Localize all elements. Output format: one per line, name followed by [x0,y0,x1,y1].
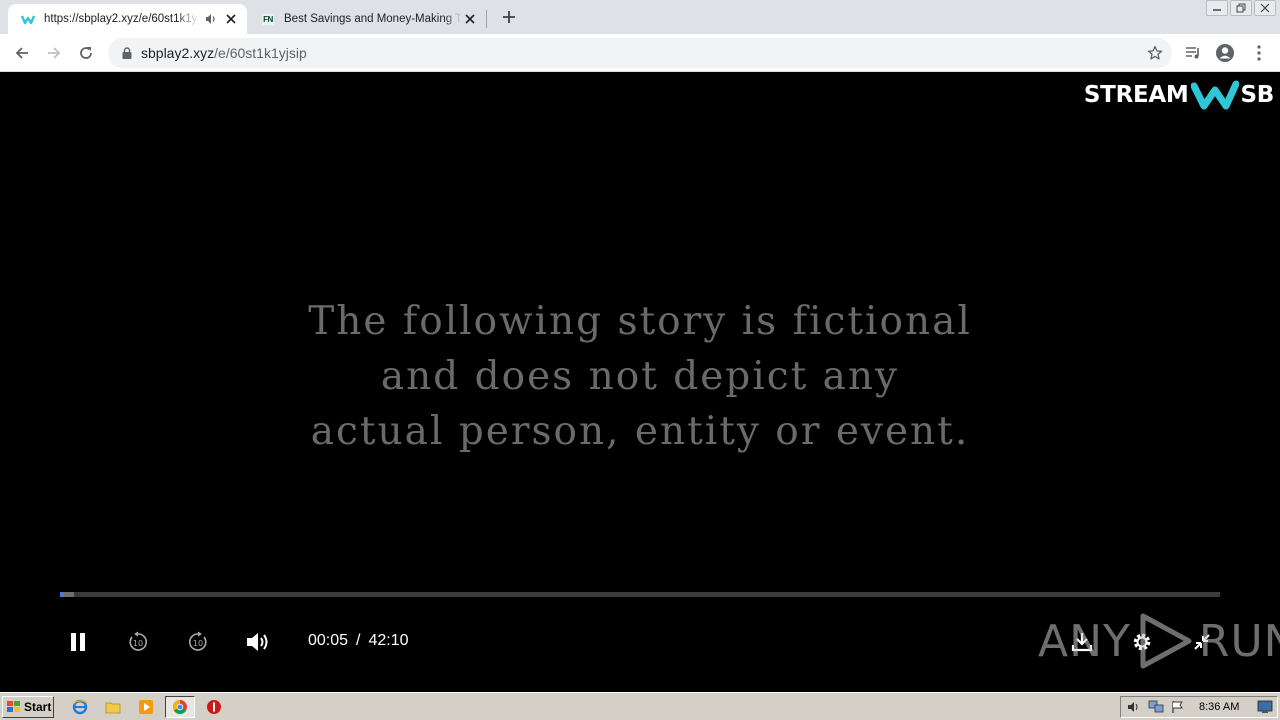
show-desktop-icon[interactable] [1256,699,1274,715]
buffered-bar [64,592,74,597]
forward-button[interactable] [42,41,66,65]
tab-streamsb[interactable]: https://sbplay2.xyz/e/60st1k1yjsip [8,4,247,34]
svg-text:10: 10 [193,639,203,648]
back-button[interactable] [10,41,34,65]
tab-close-icon[interactable] [223,11,239,27]
seek-bar[interactable] [60,592,1220,597]
story-line: and does not depict any [380,354,900,399]
streamsb-logo-icon [1189,78,1241,112]
network-tray-icon[interactable] [1147,699,1165,715]
minimize-button[interactable] [1206,0,1228,16]
stop-app-icon[interactable] [205,698,223,716]
rewind-10-button[interactable]: 10 [124,628,152,656]
forward-10-button[interactable]: 10 [184,628,212,656]
windows-logo-icon [7,701,20,712]
chrome-taskbar-button[interactable] [165,696,195,718]
lock-icon[interactable] [119,45,135,61]
tab-audio-icon[interactable] [203,11,219,27]
streamsb-favicon-icon [20,11,36,27]
tab-savings[interactable]: FN Best Savings and Money-Making Tips [250,4,486,34]
media-player-icon[interactable] [137,698,155,716]
file-explorer-icon[interactable] [104,698,122,716]
tab-separator [486,10,487,28]
media-control-icon[interactable] [1182,42,1204,64]
reload-button[interactable] [74,41,98,65]
anyrun-watermark: ANY RUN [1038,612,1280,670]
new-tab-button[interactable] [499,7,519,27]
system-tray: 8:36 AM [1120,696,1278,718]
video-player[interactable]: STREAM SB The following story is fiction… [0,72,1280,692]
time-display: 00:05/42:10 [308,632,409,649]
volume-button[interactable] [244,628,272,656]
tab-strip: https://sbplay2.xyz/e/60st1k1yjsip FN Be… [0,0,1280,34]
anyrun-play-icon [1135,612,1195,670]
pause-button[interactable] [64,628,92,656]
browser-toolbar: sbplay2.xyz/e/60st1k1yjsip [0,34,1280,72]
video-frame-text: The following story is fictional and doe… [0,294,1280,459]
url-text: sbplay2.xyz/e/60st1k1yjsip [141,45,307,61]
start-button[interactable]: Start [2,696,54,718]
restore-button[interactable] [1230,0,1252,16]
close-window-button[interactable] [1254,0,1276,16]
current-time: 00:05 [308,632,349,649]
tab-title: https://sbplay2.xyz/e/60st1k1yjsip [44,13,199,25]
address-bar[interactable]: sbplay2.xyz/e/60st1k1yjsip [108,38,1172,68]
menu-kebab-icon[interactable] [1248,42,1270,64]
story-line: actual person, entity or event. [310,409,970,454]
svg-text:10: 10 [133,639,143,648]
tab-title: Best Savings and Money-Making Tips [284,13,462,25]
story-line: The following story is fictional [308,299,972,344]
played-bar [60,592,64,597]
window-controls [1206,0,1276,18]
streamsb-logo: STREAM SB [1084,78,1274,112]
taskbar-clock[interactable]: 8:36 AM [1199,701,1239,713]
duration: 42:10 [368,632,409,649]
tab-close-icon[interactable] [462,11,478,27]
bookmark-star-icon[interactable] [1146,44,1164,62]
volume-tray-icon[interactable] [1125,699,1143,715]
windows-taskbar: Start 8:36 AM [0,692,1280,720]
action-center-flag-icon[interactable] [1169,699,1187,715]
internet-explorer-icon[interactable] [71,698,89,716]
profile-avatar-icon[interactable] [1214,42,1236,64]
fn-favicon-icon: FN [262,13,274,25]
